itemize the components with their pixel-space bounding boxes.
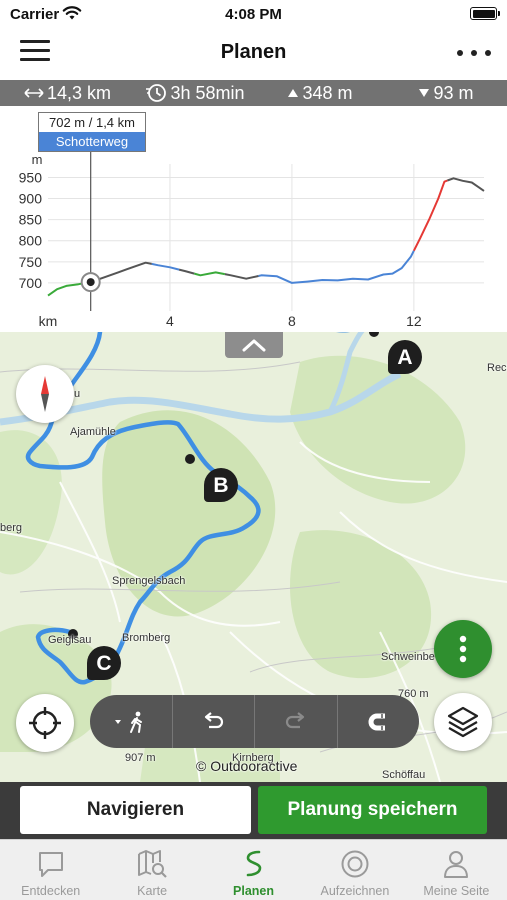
y-tick-label: 800 — [19, 233, 43, 249]
action-bar: Navigieren Planung speichern — [0, 782, 507, 839]
more-dots-icon[interactable] — [457, 40, 491, 66]
x-tick-label: 4 — [166, 313, 174, 329]
profile-tooltip: 702 m / 1,4 km Schotterweg — [38, 112, 146, 152]
locate-me-button[interactable] — [16, 694, 74, 752]
battery-icon — [470, 7, 500, 20]
status-bar: Carrier 4:08 PM — [0, 0, 507, 30]
planning-toolbar — [90, 695, 419, 748]
map-label-sprengelsbach: Sprengelsbach — [112, 575, 186, 587]
profile-segment-pfad — [194, 271, 225, 277]
collapse-profile-button[interactable] — [225, 332, 283, 358]
compass-icon — [41, 376, 49, 412]
vertical-dots-icon — [459, 635, 467, 663]
waypoint-a-label: A — [397, 346, 413, 369]
layers-icon — [447, 706, 479, 738]
compass-button[interactable] — [16, 365, 74, 423]
nav-bar: Planen — [0, 30, 507, 78]
map-label-schweinbe: Schweinbe — [381, 651, 435, 663]
tab-label-entdecken: Entdecken — [21, 884, 81, 898]
map-view[interactable]: A B C Ajamühle Sprengelsbach Bromberg Ge… — [0, 332, 507, 782]
waypoint-a[interactable]: A — [388, 340, 422, 380]
map-label-ajamuhle: Ajamühle — [70, 426, 116, 438]
stat-duration: 3h 58min — [135, 80, 255, 106]
redo-icon — [285, 711, 304, 728]
map-label-schoffau: Schöffau — [382, 769, 426, 781]
waypoint-c-label: C — [96, 652, 112, 675]
distance-arrows-icon — [24, 88, 44, 98]
map-layers-button[interactable] — [434, 693, 492, 751]
hamburger-menu-icon[interactable] — [20, 40, 50, 66]
y-tick-label: 700 — [19, 275, 43, 291]
waypoint-b[interactable]: B — [204, 468, 238, 508]
map-label-elev-907: 907 m — [125, 752, 156, 764]
stat-duration-value: 3h 58min — [170, 82, 245, 103]
crosshair-icon — [29, 707, 61, 739]
stat-ascent-value: 348 m — [302, 82, 353, 103]
undo-button[interactable] — [173, 695, 255, 748]
x-tick-label: 12 — [406, 313, 422, 329]
tab-planen[interactable]: Planen — [203, 840, 304, 900]
y-axis-unit: m — [32, 152, 43, 167]
waypoint-b-label: B — [213, 474, 229, 497]
map-attribution[interactable]: © Outdooractive — [196, 758, 297, 774]
activity-mode-button[interactable] — [90, 695, 173, 748]
navigate-button[interactable]: Navigieren — [20, 786, 251, 834]
ascent-arrow-icon — [288, 89, 299, 97]
tab-karte[interactable]: Karte — [101, 840, 202, 900]
tooltip-value: 702 m / 1,4 km — [49, 115, 135, 130]
chat-bubble-icon — [38, 852, 63, 877]
record-icon — [341, 850, 369, 878]
map-label-u: u — [74, 388, 81, 400]
magnet-icon — [368, 713, 386, 730]
descent-arrow-icon — [419, 89, 430, 97]
route-planning-icon — [246, 850, 261, 877]
tab-label-karte: Karte — [137, 884, 168, 898]
x-tick-label: 8 — [288, 313, 296, 329]
stat-descent: 93 m — [385, 80, 507, 106]
profile-segment-schotterweg — [447, 177, 485, 192]
snap-route-button[interactable] — [338, 695, 420, 748]
profile-segment-asphalt — [151, 262, 180, 271]
tab-entdecken[interactable]: Entdecken — [0, 840, 101, 900]
tooltip-surface: Schotterweg — [39, 132, 145, 151]
map-search-icon — [138, 850, 167, 878]
page-title: Planen — [220, 41, 287, 63]
save-planning-button[interactable]: Planung speichern — [258, 786, 487, 834]
profile-cursor-dot — [86, 278, 95, 287]
profile-segment-schotterweg — [178, 268, 195, 275]
tour-stats-bar: 14,3 km 3h 58min 348 m 93 m — [0, 80, 507, 106]
chevron-up-icon — [242, 339, 266, 352]
map-label-rech: Rech — [487, 362, 507, 374]
y-tick-label: 900 — [19, 191, 43, 207]
stat-descent-value: 93 m — [433, 82, 474, 103]
stat-ascent: 348 m — [255, 80, 385, 106]
undo-icon — [205, 711, 224, 728]
redo-button[interactable] — [255, 695, 338, 748]
profile-segment-steigung — [413, 179, 448, 252]
map-label-bromberg: Bromberg — [122, 632, 171, 644]
tab-label-meine-seite: Meine Seite — [423, 884, 490, 898]
clock-icon — [146, 84, 167, 102]
tab-meine-seite[interactable]: Meine Seite — [406, 840, 507, 900]
elevation-profile[interactable]: 700 750 800 850 900 950 4 8 12 m km 702 m / 1,4 km… — [0, 106, 507, 332]
user-icon — [444, 851, 469, 878]
y-tick-label: 750 — [19, 254, 43, 270]
status-time: 4:08 PM — [225, 6, 282, 23]
profile-segment-schotterweg — [224, 273, 259, 280]
tab-aufzeichnen[interactable]: Aufzeichnen — [304, 840, 405, 900]
map-options-button[interactable] — [434, 620, 492, 678]
y-tick-label: 950 — [19, 169, 43, 185]
stat-distance-value: 14,3 km — [46, 82, 112, 103]
y-tick-label: 850 — [19, 212, 43, 228]
tab-label-planen: Planen — [233, 884, 275, 898]
stat-distance: 14,3 km — [0, 80, 135, 106]
map-label-berg: berg — [0, 522, 23, 534]
profile-segment-asphalt — [258, 250, 415, 284]
map-label-geiglsau: Geiglsau — [48, 634, 92, 646]
tab-label-aufzeichnen: Aufzeichnen — [320, 884, 390, 898]
waypoint-c[interactable]: C — [87, 646, 121, 686]
walking-person-icon — [114, 711, 142, 733]
x-axis-unit: km — [39, 313, 58, 329]
tab-bar: Entdecken Karte Planen Aufzeichnen Meine… — [0, 839, 507, 900]
